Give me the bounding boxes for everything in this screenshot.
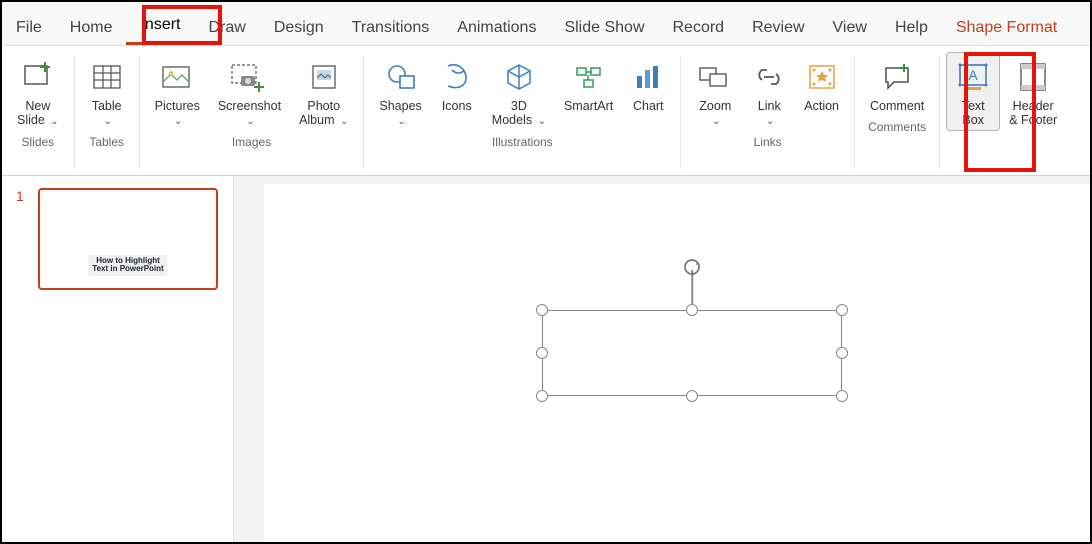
menu-draw[interactable]: Draw bbox=[194, 11, 259, 45]
chart-icon bbox=[631, 57, 665, 97]
photo-album-icon bbox=[307, 57, 341, 97]
photo-album-button[interactable]: Photo Album ⌄ bbox=[290, 52, 357, 131]
pictures-icon bbox=[160, 57, 194, 97]
group-text bbox=[1005, 135, 1008, 153]
screenshot-label: Screenshot⌄ bbox=[218, 99, 281, 128]
thumb-text: How to Highlight Text in PowerPoint bbox=[88, 255, 167, 277]
group-comments: Comments bbox=[868, 120, 926, 138]
zoom-button[interactable]: Zoom⌄ bbox=[687, 52, 743, 131]
svg-text:A: A bbox=[969, 67, 979, 83]
new-slide-icon bbox=[21, 57, 55, 97]
chart-button[interactable]: Chart bbox=[622, 52, 674, 116]
menu-record[interactable]: Record bbox=[659, 11, 739, 45]
menu-view[interactable]: View bbox=[819, 11, 881, 45]
resize-handle-e[interactable] bbox=[836, 347, 848, 359]
ribbon-insert: New Slide ⌄ Slides Table⌄ Tables Picture… bbox=[2, 46, 1090, 176]
zoom-label: Zoom⌄ bbox=[699, 99, 731, 128]
action-label: Action bbox=[804, 99, 839, 113]
group-tables: Tables bbox=[89, 135, 124, 153]
workspace: 1 How to Highlight Text in PowerPoint bbox=[2, 176, 1090, 542]
menu-insert[interactable]: Insert bbox=[126, 8, 194, 45]
link-icon bbox=[752, 57, 786, 97]
new-slide-label: New Slide ⌄ bbox=[17, 99, 59, 128]
group-links: Links bbox=[754, 135, 782, 153]
resize-handle-w[interactable] bbox=[536, 347, 548, 359]
link-label: Link⌄ bbox=[758, 99, 781, 128]
slide-thumbnails-pane: 1 How to Highlight Text in PowerPoint bbox=[2, 176, 234, 542]
pictures-label: Pictures⌄ bbox=[155, 99, 200, 128]
selected-text-box[interactable] bbox=[542, 310, 842, 396]
new-slide-button[interactable]: New Slide ⌄ bbox=[8, 52, 68, 131]
table-label: Table⌄ bbox=[92, 99, 122, 128]
menu-review[interactable]: Review bbox=[738, 11, 818, 45]
action-star-icon bbox=[805, 57, 839, 97]
menu-shape-format[interactable]: Shape Format bbox=[942, 11, 1071, 45]
resize-handle-n[interactable] bbox=[686, 304, 698, 316]
menu-transitions[interactable]: Transitions bbox=[338, 11, 444, 45]
comment-button[interactable]: Comment bbox=[861, 52, 933, 116]
text-box-icon: A bbox=[955, 57, 991, 97]
shapes-button[interactable]: Shapes⌄ bbox=[370, 52, 430, 131]
slide-canvas[interactable] bbox=[264, 184, 1090, 542]
cube-icon bbox=[502, 57, 536, 97]
3d-models-label: 3D Models ⌄ bbox=[492, 99, 546, 128]
group-illustrations: Illustrations bbox=[492, 135, 553, 153]
shapes-icon bbox=[384, 57, 418, 97]
shapes-label: Shapes⌄ bbox=[379, 99, 421, 128]
menu-home[interactable]: Home bbox=[56, 11, 127, 45]
group-images: Images bbox=[232, 135, 271, 153]
resize-handle-se[interactable] bbox=[836, 390, 848, 402]
rotation-handle[interactable] bbox=[683, 258, 701, 276]
smartart-button[interactable]: SmartArt bbox=[555, 52, 622, 116]
icons-button[interactable]: Icons bbox=[431, 52, 483, 116]
slide-number: 1 bbox=[16, 188, 24, 204]
shape-border bbox=[542, 310, 842, 396]
comment-label: Comment bbox=[870, 99, 924, 113]
smartart-icon bbox=[572, 57, 606, 97]
zoom-icon bbox=[696, 57, 734, 97]
action-button[interactable]: Action bbox=[795, 52, 848, 116]
table-button[interactable]: Table⌄ bbox=[81, 52, 133, 131]
comment-icon bbox=[880, 57, 914, 97]
header-footer-icon bbox=[1017, 57, 1049, 97]
slide-thumbnail-1[interactable]: How to Highlight Text in PowerPoint bbox=[38, 188, 218, 290]
pictures-button[interactable]: Pictures⌄ bbox=[146, 52, 209, 131]
table-icon bbox=[90, 57, 124, 97]
screenshot-button[interactable]: Screenshot⌄ bbox=[209, 52, 290, 131]
screenshot-icon bbox=[229, 57, 269, 97]
resize-handle-s[interactable] bbox=[686, 390, 698, 402]
group-slides: Slides bbox=[21, 135, 54, 153]
resize-handle-nw[interactable] bbox=[536, 304, 548, 316]
resize-handle-sw[interactable] bbox=[536, 390, 548, 402]
icons-icon bbox=[440, 57, 474, 97]
header-footer-label: Header & Footer bbox=[1009, 99, 1057, 128]
chart-label: Chart bbox=[633, 99, 664, 113]
smartart-label: SmartArt bbox=[564, 99, 613, 113]
icons-label: Icons bbox=[442, 99, 472, 113]
menu-design[interactable]: Design bbox=[260, 11, 338, 45]
menu-help[interactable]: Help bbox=[881, 11, 942, 45]
resize-handle-ne[interactable] bbox=[836, 304, 848, 316]
3d-models-button[interactable]: 3D Models ⌄ bbox=[483, 52, 555, 131]
menu-slideshow[interactable]: Slide Show bbox=[550, 11, 658, 45]
menu-animations[interactable]: Animations bbox=[443, 11, 550, 45]
link-button[interactable]: Link⌄ bbox=[743, 52, 795, 131]
text-box-button[interactable]: A Text Box bbox=[946, 52, 1000, 131]
photo-album-label: Photo Album ⌄ bbox=[299, 99, 348, 128]
header-footer-button[interactable]: Header & Footer bbox=[1000, 52, 1066, 131]
menu-bar: File Home Insert Draw Design Transitions… bbox=[2, 2, 1090, 46]
text-box-label: Text Box bbox=[962, 99, 985, 128]
menu-file[interactable]: File bbox=[2, 11, 56, 45]
